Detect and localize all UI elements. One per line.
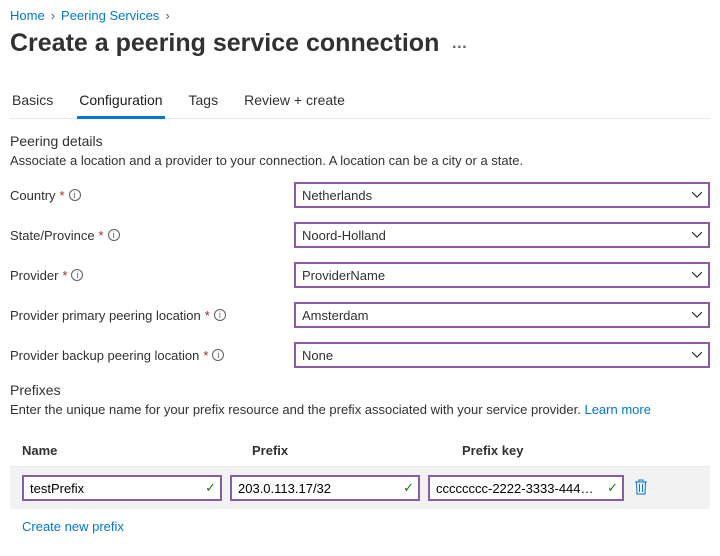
info-icon[interactable]: i — [71, 269, 83, 281]
primary-select[interactable]: Amsterdam — [294, 302, 710, 328]
country-select-wrap: Netherlands — [294, 182, 710, 208]
tab-review-create[interactable]: Review + create — [242, 86, 347, 118]
chevron-right-icon: › — [165, 8, 169, 23]
required-indicator: * — [60, 188, 65, 203]
field-row-primary: Provider primary peering location * i Am… — [10, 302, 710, 328]
state-label: State/Province * i — [10, 228, 294, 243]
provider-label-text: Provider — [10, 268, 58, 283]
provider-label: Provider * i — [10, 268, 294, 283]
info-icon[interactable]: i — [214, 309, 226, 321]
field-row-backup: Provider backup peering location * i Non… — [10, 342, 710, 368]
col-header-name: Name — [22, 443, 252, 458]
provider-select[interactable]: ProviderName — [294, 262, 710, 288]
state-select[interactable]: Noord-Holland — [294, 222, 710, 248]
page-title: Create a peering service connection … — [10, 29, 710, 58]
learn-more-link[interactable]: Learn more — [584, 402, 650, 417]
cell-name: ✓ — [22, 475, 222, 501]
col-header-prefix: Prefix — [252, 443, 462, 458]
prefix-table-row: ✓ ✓ ✓ — [10, 467, 710, 509]
prefixes-heading: Prefixes — [10, 382, 710, 398]
country-label-text: Country — [10, 188, 56, 203]
info-icon[interactable]: i — [108, 229, 120, 241]
backup-select[interactable]: None — [294, 342, 710, 368]
cell-key: ✓ — [428, 475, 624, 501]
tab-tags[interactable]: Tags — [187, 86, 221, 118]
chevron-right-icon: › — [51, 8, 55, 23]
breadcrumb-home[interactable]: Home — [10, 8, 45, 23]
trash-icon — [634, 479, 648, 495]
state-label-text: State/Province — [10, 228, 95, 243]
prefixes-desc-text: Enter the unique name for your prefix re… — [10, 402, 584, 417]
create-new-prefix-link[interactable]: Create new prefix — [10, 513, 136, 540]
peering-details-desc: Associate a location and a provider to y… — [10, 153, 710, 168]
prefix-table-header: Name Prefix Prefix key — [10, 435, 710, 467]
required-indicator: * — [203, 348, 208, 363]
prefixes-desc: Enter the unique name for your prefix re… — [10, 402, 710, 417]
breadcrumb-peering-services[interactable]: Peering Services — [61, 8, 159, 23]
primary-label-text: Provider primary peering location — [10, 308, 201, 323]
info-icon[interactable]: i — [69, 189, 81, 201]
tabs: Basics Configuration Tags Review + creat… — [10, 86, 710, 119]
delete-row-button[interactable] — [632, 477, 650, 500]
field-row-country: Country * i Netherlands — [10, 182, 710, 208]
backup-label: Provider backup peering location * i — [10, 348, 294, 363]
primary-label: Provider primary peering location * i — [10, 308, 294, 323]
provider-select-wrap: ProviderName — [294, 262, 710, 288]
required-indicator: * — [205, 308, 210, 323]
prefix-value-input[interactable] — [230, 475, 420, 501]
more-icon[interactable]: … — [451, 35, 468, 53]
prefix-key-input[interactable] — [428, 475, 624, 501]
page-title-text: Create a peering service connection — [10, 29, 439, 58]
tab-basics[interactable]: Basics — [10, 86, 55, 118]
peering-details-heading: Peering details — [10, 133, 710, 149]
country-label: Country * i — [10, 188, 294, 203]
state-select-wrap: Noord-Holland — [294, 222, 710, 248]
country-select[interactable]: Netherlands — [294, 182, 710, 208]
required-indicator: * — [99, 228, 104, 243]
primary-select-wrap: Amsterdam — [294, 302, 710, 328]
field-row-state: State/Province * i Noord-Holland — [10, 222, 710, 248]
col-header-key: Prefix key — [462, 443, 698, 458]
required-indicator: * — [62, 268, 67, 283]
field-row-provider: Provider * i ProviderName — [10, 262, 710, 288]
cell-prefix: ✓ — [230, 475, 420, 501]
backup-select-wrap: None — [294, 342, 710, 368]
backup-label-text: Provider backup peering location — [10, 348, 199, 363]
tab-configuration[interactable]: Configuration — [77, 86, 164, 119]
breadcrumb: Home › Peering Services › — [10, 8, 710, 23]
prefix-name-input[interactable] — [22, 475, 222, 501]
info-icon[interactable]: i — [212, 349, 224, 361]
